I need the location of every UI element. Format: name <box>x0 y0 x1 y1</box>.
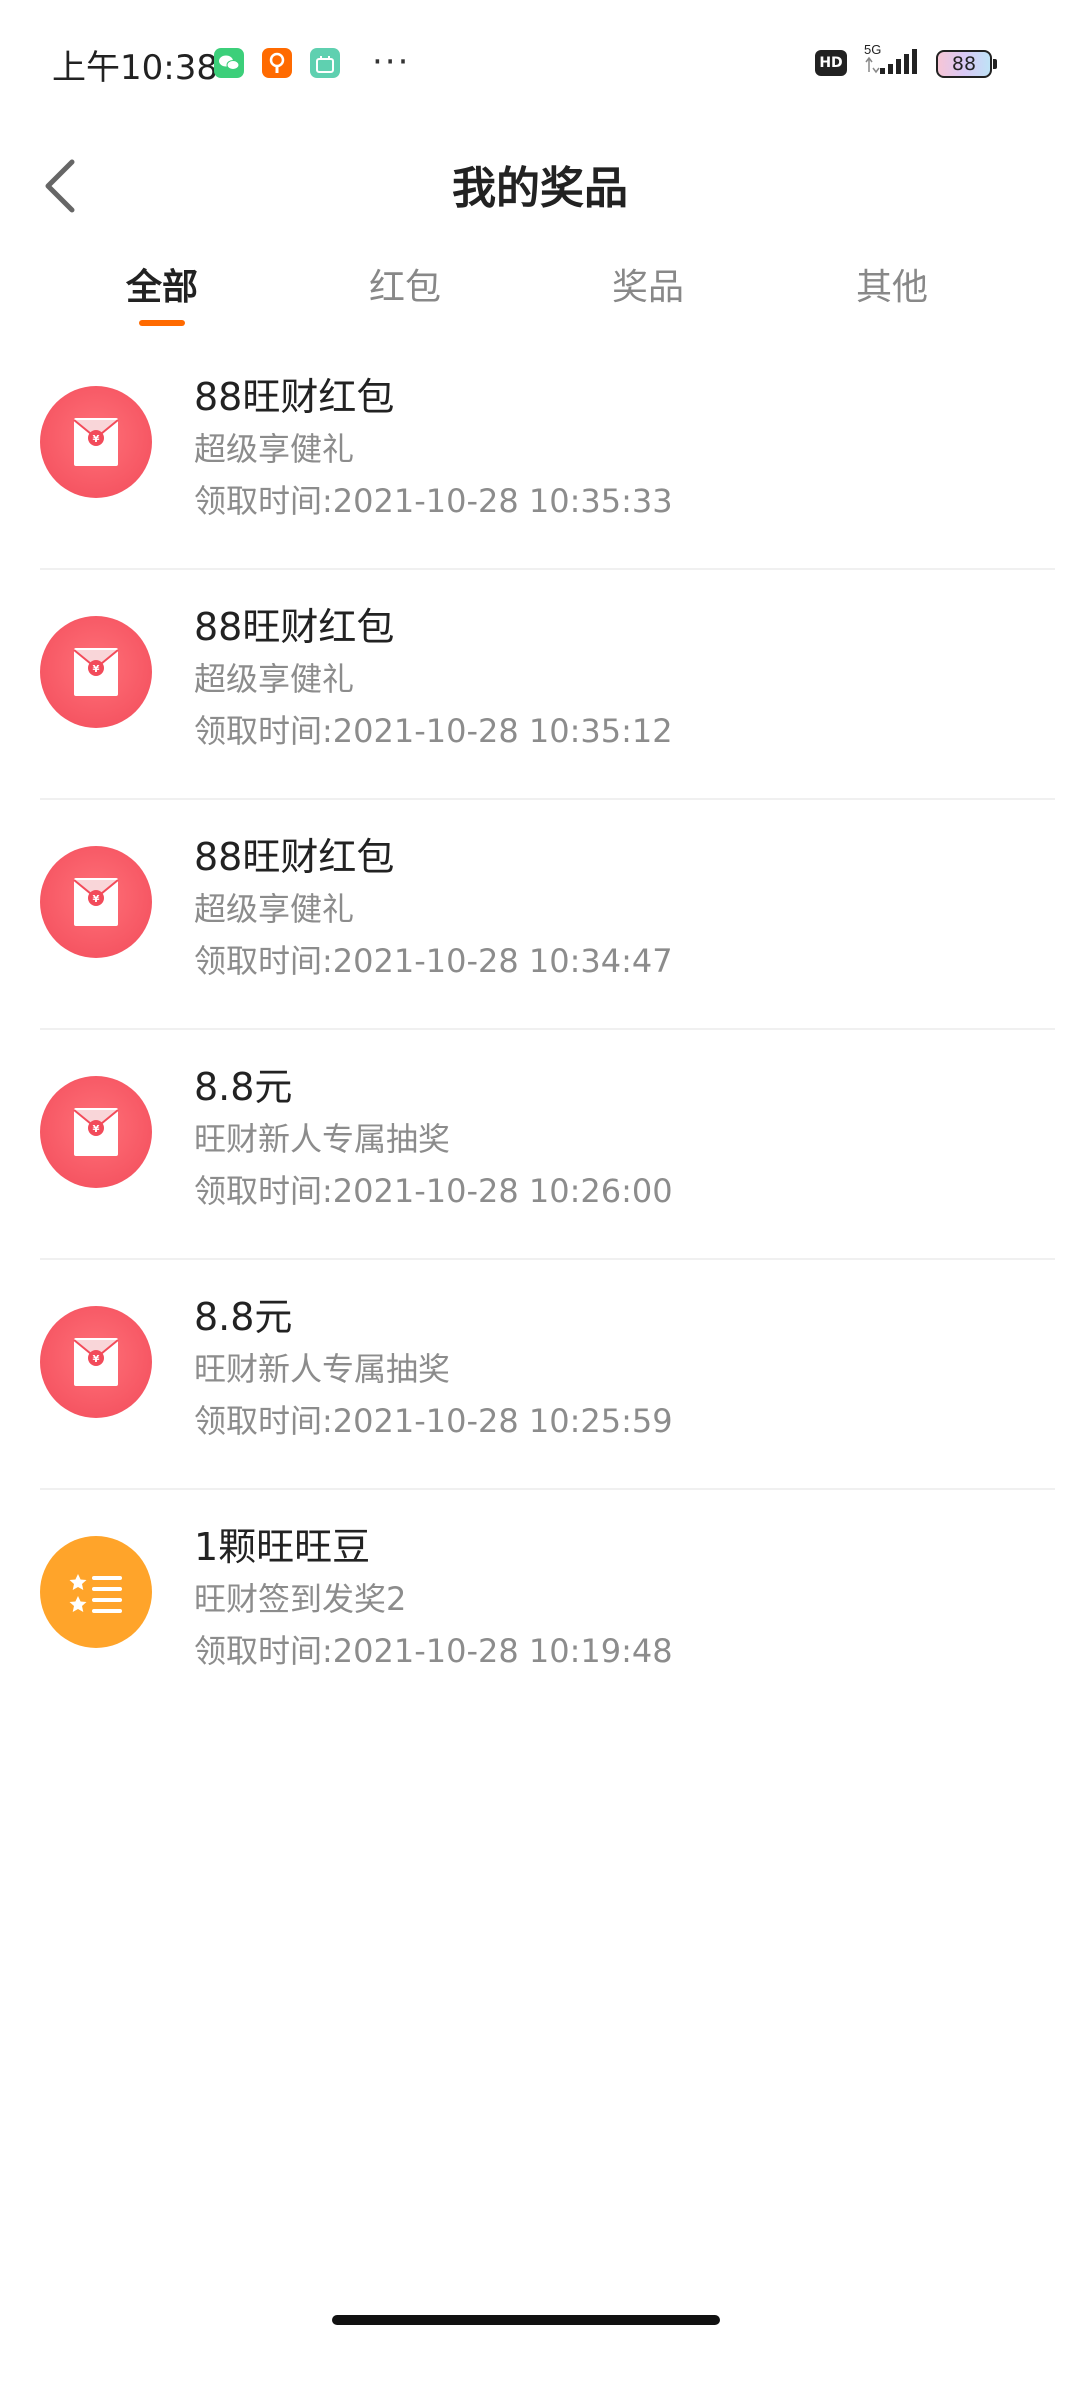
red-envelope-icon: ¥ <box>40 386 152 498</box>
tab-red-envelope[interactable]: 红包 <box>325 258 485 310</box>
battery-tip <box>993 59 997 69</box>
item-title: 1颗旺旺豆 <box>194 1525 371 1569</box>
red-envelope-icon: ¥ <box>40 846 152 958</box>
signal-icon: 5G <box>860 40 926 80</box>
nav-bar: 我的奖品 <box>0 130 1080 240</box>
tab-other[interactable]: 其他 <box>812 258 972 310</box>
item-time: 领取时间:2021-10-28 10:19:48 <box>194 1632 673 1670</box>
prize-list: ¥ 88旺财红包 超级享健礼 领取时间:2021-10-28 10:35:33 … <box>0 340 1080 1720</box>
tab-all[interactable]: 全部 <box>82 258 242 310</box>
status-bar: 上午10:38 ··· HD 5G 88 <box>0 0 1080 130</box>
item-title: 8.8元 <box>194 1295 293 1339</box>
svg-text:¥: ¥ <box>93 434 100 445</box>
list-item[interactable]: ¥ 88旺财红包 超级享健礼 领取时间:2021-10-28 10:35:12 <box>0 570 1080 800</box>
list-item[interactable]: ¥ 8.8元 旺财新人专属抽奖 领取时间:2021-10-28 10:25:59 <box>0 1260 1080 1490</box>
app-notification-icon <box>262 48 292 78</box>
shopping-app-icon <box>310 48 340 78</box>
tab-bar: 全部 红包 奖品 其他 <box>0 240 1080 340</box>
wechat-icon <box>214 48 244 78</box>
item-time: 领取时间:2021-10-28 10:25:59 <box>194 1402 673 1440</box>
item-title: 88旺财红包 <box>194 605 395 649</box>
item-time: 领取时间:2021-10-28 10:26:00 <box>194 1172 673 1210</box>
page-title: 我的奖品 <box>452 163 628 214</box>
item-subtitle: 超级享健礼 <box>194 430 355 468</box>
list-item[interactable]: ¥ 88旺财红包 超级享健礼 领取时间:2021-10-28 10:34:47 <box>0 800 1080 1030</box>
svg-text:5G: 5G <box>864 42 881 57</box>
item-title: 88旺财红包 <box>194 835 395 879</box>
svg-text:¥: ¥ <box>93 664 100 675</box>
red-envelope-icon: ¥ <box>40 1076 152 1188</box>
home-indicator[interactable] <box>332 2315 720 2325</box>
item-time: 领取时间:2021-10-28 10:35:33 <box>194 482 673 520</box>
list-item[interactable]: ¥ 8.8元 旺财新人专属抽奖 领取时间:2021-10-28 10:26:00 <box>0 1030 1080 1260</box>
item-subtitle: 超级享健礼 <box>194 660 355 698</box>
star-list-icon <box>40 1536 152 1648</box>
red-envelope-icon: ¥ <box>40 1306 152 1418</box>
svg-text:¥: ¥ <box>93 894 100 905</box>
item-time: 领取时间:2021-10-28 10:35:12 <box>194 712 673 750</box>
item-title: 8.8元 <box>194 1065 293 1109</box>
item-subtitle: 旺财新人专属抽奖 <box>194 1120 451 1158</box>
item-title: 88旺财红包 <box>194 375 395 419</box>
hd-badge: HD <box>815 50 847 76</box>
red-envelope-icon: ¥ <box>40 616 152 728</box>
item-subtitle: 旺财签到发奖2 <box>194 1580 407 1618</box>
svg-text:¥: ¥ <box>93 1124 100 1135</box>
status-time: 上午10:38 <box>52 48 218 88</box>
list-item[interactable]: ¥ 88旺财红包 超级享健礼 领取时间:2021-10-28 10:35:33 <box>0 340 1080 570</box>
active-tab-indicator <box>139 320 185 326</box>
item-subtitle: 旺财新人专属抽奖 <box>194 1350 451 1388</box>
more-notifications-icon: ··· <box>372 42 411 82</box>
item-time: 领取时间:2021-10-28 10:34:47 <box>194 942 673 980</box>
battery-indicator: 88 <box>936 50 992 78</box>
tab-prizes[interactable]: 奖品 <box>568 258 728 310</box>
item-subtitle: 超级享健礼 <box>194 890 355 928</box>
list-item[interactable]: 1颗旺旺豆 旺财签到发奖2 领取时间:2021-10-28 10:19:48 <box>0 1490 1080 1720</box>
svg-text:¥: ¥ <box>93 1354 100 1365</box>
